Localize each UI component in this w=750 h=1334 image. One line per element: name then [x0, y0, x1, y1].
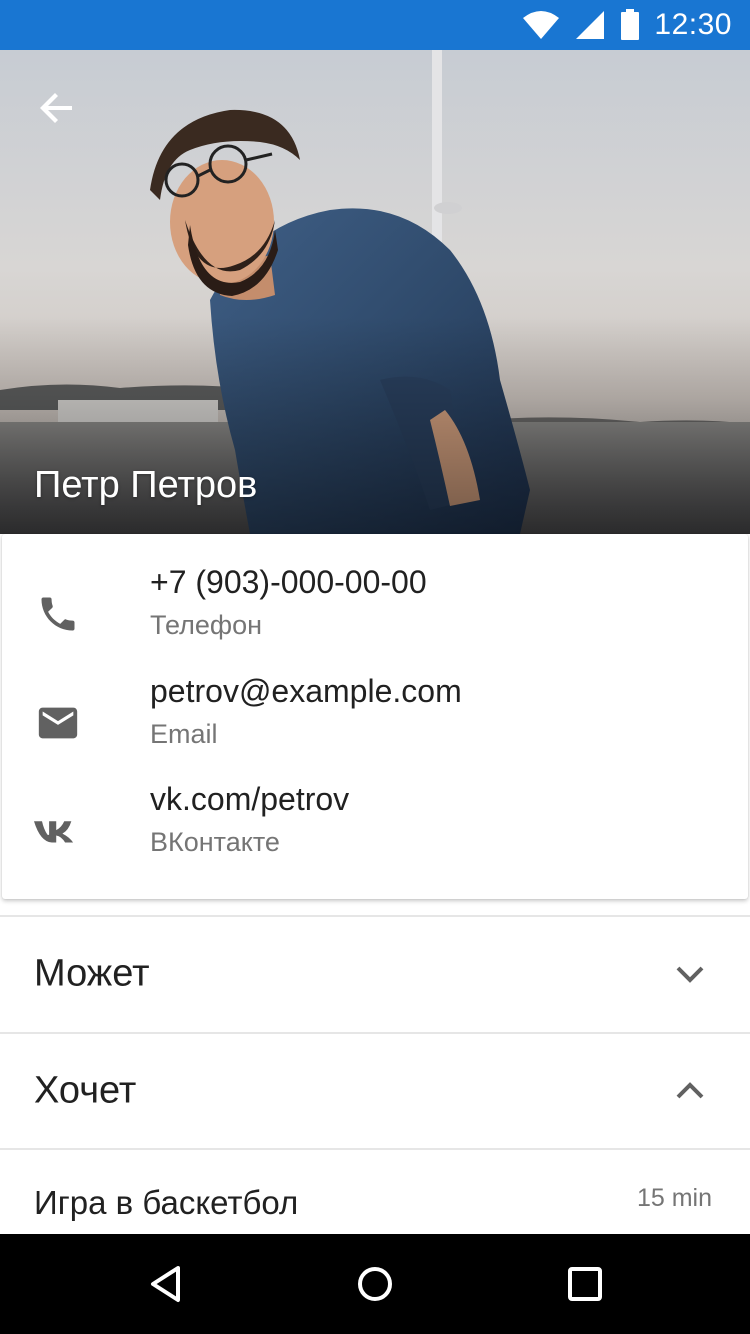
- contact-value: vk.com/petrov: [150, 781, 350, 817]
- section-title: Может: [34, 952, 150, 995]
- back-triangle-icon: [151, 1266, 180, 1302]
- chevron-up-icon: [670, 1071, 710, 1111]
- section-can[interactable]: Может: [0, 917, 750, 1031]
- recents-square-icon: [568, 1267, 602, 1301]
- battery-icon: [621, 9, 640, 40]
- signal-icon: [576, 11, 605, 39]
- contact-row-phone[interactable]: +7 (903)-000-00-00 Телефон: [2, 564, 748, 664]
- contact-label: Телефон: [150, 610, 263, 640]
- nav-recents-button[interactable]: [553, 1254, 617, 1314]
- status-time: 12:30: [654, 8, 732, 41]
- status-bar: 12:30: [0, 0, 750, 50]
- contact-label: Email: [150, 719, 218, 749]
- nav-back-button[interactable]: [134, 1254, 198, 1314]
- list-item[interactable]: Игра в баскетбол 15 min: [0, 1170, 750, 1234]
- contact-value: +7 (903)-000-00-00: [150, 564, 427, 600]
- contact-row-email[interactable]: petrov@example.com Email: [2, 673, 748, 773]
- divider: [0, 1148, 750, 1150]
- home-circle-icon: [358, 1267, 392, 1301]
- system-nav-bar: [0, 1234, 750, 1334]
- chevron-down-icon: [670, 954, 710, 994]
- section-title: Хочет: [34, 1069, 137, 1112]
- phone-icon: [34, 590, 82, 638]
- item-duration: 15 min: [636, 1184, 712, 1212]
- profile-header: Петр Петров: [0, 50, 750, 534]
- contact-card: +7 (903)-000-00-00 Телефон petrov@exampl…: [2, 534, 748, 899]
- back-button[interactable]: [26, 80, 90, 136]
- contact-value: petrov@example.com: [150, 673, 462, 709]
- section-wants[interactable]: Хочет: [0, 1034, 750, 1148]
- wifi-icon: [523, 11, 560, 39]
- item-label: Игра в баскетбол: [34, 1184, 299, 1221]
- profile-photo: [0, 50, 750, 534]
- arrow-back-icon: [40, 93, 72, 123]
- vk-icon: [34, 807, 82, 855]
- contact-label: ВКонтакте: [150, 827, 280, 857]
- contact-row-vk[interactable]: vk.com/petrov ВКонтакте: [2, 781, 748, 881]
- profile-name: Петр Петров: [34, 464, 258, 506]
- email-icon: [34, 699, 82, 747]
- nav-home-button[interactable]: [343, 1254, 407, 1314]
